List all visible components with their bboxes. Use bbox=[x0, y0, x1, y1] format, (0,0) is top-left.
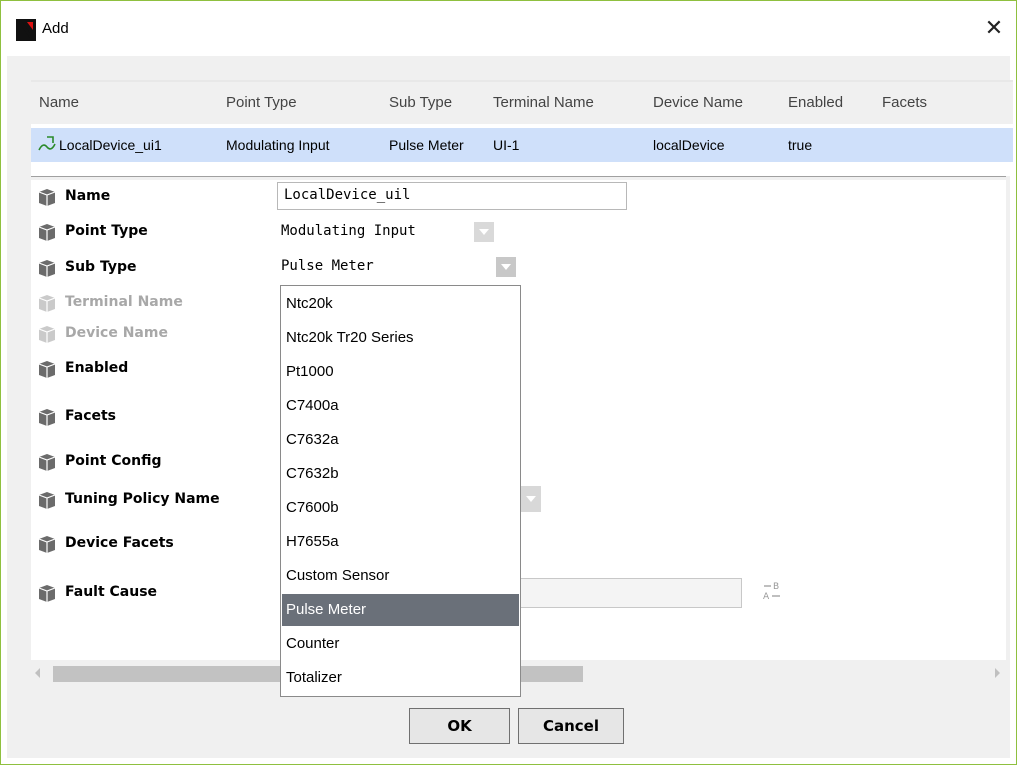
title-bar: Add ✕ bbox=[1, 1, 1016, 57]
cell-point-type: Modulating Input bbox=[226, 137, 330, 153]
dropdown-option-pt1000[interactable]: Pt1000 bbox=[282, 356, 519, 388]
name-field[interactable]: LocalDevice_uil bbox=[277, 182, 627, 210]
column-header-facets[interactable]: Facets bbox=[882, 94, 927, 111]
sub-type-select[interactable]: Pulse Meter bbox=[277, 255, 522, 281]
property-label-name: Name bbox=[65, 188, 111, 204]
slot-cube-icon bbox=[38, 260, 56, 277]
slot-cube-icon bbox=[38, 224, 56, 241]
property-label-point-type: Point Type bbox=[65, 223, 148, 239]
point-type-value: Modulating Input bbox=[281, 223, 416, 239]
slot-cube-icon bbox=[38, 295, 56, 312]
column-header-device-name[interactable]: Device Name bbox=[653, 94, 743, 111]
dropdown-option-custom-sensor[interactable]: Custom Sensor bbox=[282, 560, 519, 592]
close-icon: ✕ bbox=[984, 15, 1004, 41]
sub-type-dropdown: Ntc20k Ntc20k Tr20 Series Pt1000 C7400a … bbox=[280, 285, 521, 697]
tuning-policy-chevron-down-icon[interactable] bbox=[521, 486, 541, 512]
table-header: Name Point Type Sub Type Terminal Name D… bbox=[31, 82, 1013, 124]
property-label-sub-type: Sub Type bbox=[65, 259, 137, 275]
column-header-point-type[interactable]: Point Type bbox=[226, 94, 297, 111]
property-label-enabled: Enabled bbox=[65, 360, 129, 376]
window-title: Add bbox=[42, 20, 69, 37]
points-table: Name Point Type Sub Type Terminal Name D… bbox=[31, 80, 1013, 176]
sub-type-value: Pulse Meter bbox=[281, 258, 374, 274]
ok-button[interactable]: OK bbox=[409, 708, 510, 744]
slot-cube-icon bbox=[38, 454, 56, 471]
cancel-button[interactable]: Cancel bbox=[518, 708, 624, 744]
scroll-right-icon[interactable] bbox=[995, 668, 1000, 678]
dropdown-option-h7655a[interactable]: H7655a bbox=[282, 526, 519, 558]
property-label-terminal-name: Terminal Name bbox=[65, 294, 183, 310]
property-label-device-name: Device Name bbox=[65, 325, 168, 341]
slot-cube-icon bbox=[38, 585, 56, 602]
column-header-terminal-name[interactable]: Terminal Name bbox=[493, 94, 594, 111]
chevron-down-icon[interactable] bbox=[496, 257, 516, 277]
chevron-down-icon[interactable] bbox=[474, 222, 494, 242]
cell-device-name: localDevice bbox=[653, 137, 725, 153]
slot-cube-icon bbox=[38, 536, 56, 553]
point-type-select[interactable]: Modulating Input bbox=[277, 220, 497, 246]
dropdown-option-c7632b[interactable]: C7632b bbox=[282, 458, 519, 490]
slot-cube-icon bbox=[38, 492, 56, 509]
dropdown-option-c7632a[interactable]: C7632a bbox=[282, 424, 519, 456]
table-divider bbox=[31, 176, 1006, 177]
property-label-device-facets: Device Facets bbox=[65, 535, 174, 551]
dropdown-option-c7400a[interactable]: C7400a bbox=[282, 390, 519, 422]
table-row[interactable]: LocalDevice_ui1 Modulating Input Pulse M… bbox=[31, 128, 1013, 162]
niagara-logo-icon bbox=[16, 19, 36, 41]
cell-enabled: true bbox=[788, 137, 813, 153]
column-header-enabled[interactable]: Enabled bbox=[788, 94, 843, 111]
ab-format-icon[interactable]: B A bbox=[762, 580, 784, 604]
slot-cube-icon bbox=[38, 409, 56, 426]
property-label-point-config: Point Config bbox=[65, 453, 162, 469]
close-button[interactable]: ✕ bbox=[972, 10, 1016, 46]
dropdown-option-ntc20k-tr20-series[interactable]: Ntc20k Tr20 Series bbox=[282, 322, 519, 354]
point-signal-icon bbox=[38, 136, 56, 151]
dropdown-option-c7600b[interactable]: C7600b bbox=[282, 492, 519, 524]
column-header-sub-type[interactable]: Sub Type bbox=[389, 94, 452, 111]
dropdown-option-ntc20k[interactable]: Ntc20k bbox=[282, 288, 519, 320]
property-label-tuning-policy-name: Tuning Policy Name bbox=[65, 491, 220, 507]
cell-terminal-name: UI-1 bbox=[493, 137, 520, 153]
fault-cause-field bbox=[520, 578, 742, 608]
property-label-fault-cause: Fault Cause bbox=[65, 584, 158, 600]
dropdown-option-pulse-meter[interactable]: Pulse Meter bbox=[282, 594, 519, 626]
svg-text:B: B bbox=[773, 582, 779, 592]
scroll-left-icon[interactable] bbox=[35, 668, 40, 678]
slot-cube-icon bbox=[38, 326, 56, 343]
column-header-name[interactable]: Name bbox=[39, 94, 79, 111]
svg-text:A: A bbox=[763, 592, 770, 602]
slot-cube-icon bbox=[38, 189, 56, 206]
slot-cube-icon bbox=[38, 361, 56, 378]
cell-sub-type: Pulse Meter bbox=[389, 137, 464, 153]
dropdown-option-counter[interactable]: Counter bbox=[282, 628, 519, 660]
property-label-facets: Facets bbox=[65, 408, 117, 424]
dropdown-option-totalizer[interactable]: Totalizer bbox=[282, 662, 519, 694]
cell-name: LocalDevice_ui1 bbox=[59, 137, 162, 153]
